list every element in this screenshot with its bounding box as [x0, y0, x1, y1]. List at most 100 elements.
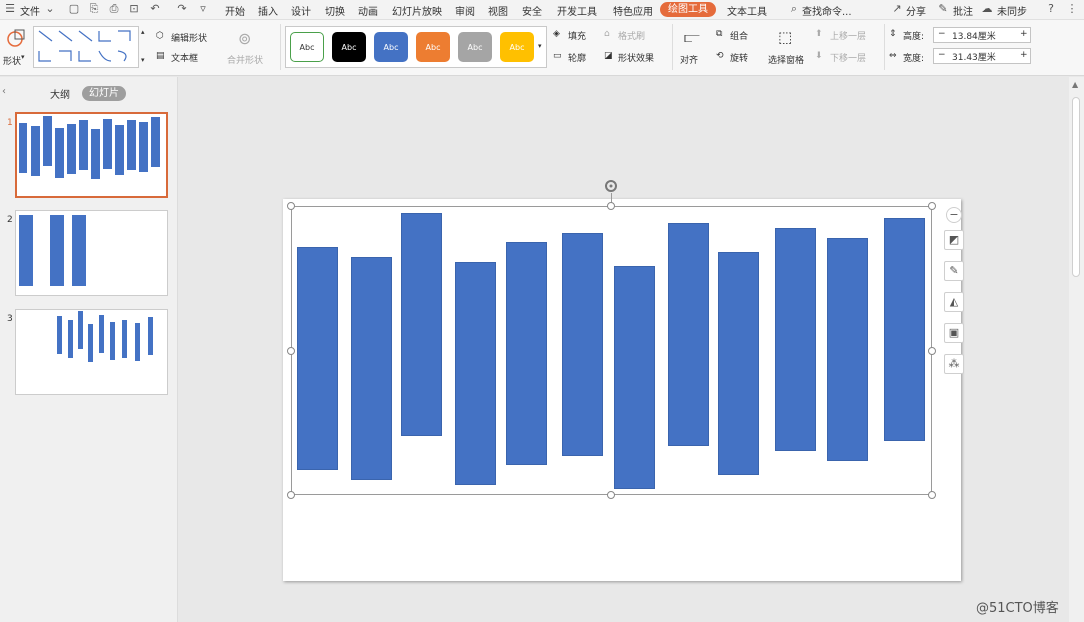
save-icon[interactable]: ▢ — [68, 3, 80, 15]
align-button[interactable]: 对齐 — [680, 53, 698, 66]
shape-style-icon[interactable]: ◩ — [944, 230, 964, 250]
shape-effect-button[interactable]: 形状效果 — [618, 51, 654, 64]
vertical-scrollbar[interactable]: ▲ — [1069, 77, 1084, 622]
increase-icon[interactable]: + — [1020, 29, 1028, 39]
scrollbar-thumb[interactable] — [1072, 97, 1080, 277]
style-more-icon[interactable]: ▾ — [538, 42, 542, 50]
move-down-button[interactable]: 下移一层 — [830, 51, 866, 64]
slide-thumbnail-1[interactable] — [15, 112, 168, 198]
style-sample-4[interactable]: Abc — [416, 32, 450, 62]
command-search[interactable]: 查找命令... — [802, 3, 852, 18]
customize-icon[interactable]: ▿ — [197, 3, 209, 15]
cloud-icon[interactable]: ☁ — [981, 3, 993, 15]
tab-insert[interactable]: 插入 — [258, 3, 278, 18]
thumb-bar — [68, 320, 73, 358]
slide-thumbnail-2[interactable] — [15, 210, 168, 296]
pen-icon[interactable]: ✎ — [944, 261, 964, 281]
divider — [884, 24, 885, 70]
rotate-handle-icon[interactable] — [604, 179, 618, 193]
decrease-icon[interactable]: − — [938, 29, 946, 39]
slide-thumbnail-3[interactable] — [15, 309, 168, 395]
thumb-bar — [151, 117, 160, 167]
tab-slides[interactable]: 幻灯片 — [82, 86, 126, 101]
increase-icon[interactable]: + — [1020, 50, 1028, 60]
resize-handle[interactable] — [287, 347, 295, 355]
print-icon[interactable]: ⎙ — [108, 3, 120, 15]
move-up-button[interactable]: 上移一层 — [830, 29, 866, 42]
shapes-icon[interactable] — [5, 27, 27, 49]
thumb-bar — [50, 215, 64, 286]
resize-handle[interactable] — [287, 202, 295, 210]
tab-review[interactable]: 审阅 — [455, 3, 475, 18]
outline-frame-icon[interactable]: ▣ — [944, 323, 964, 343]
resize-handle[interactable] — [928, 491, 936, 499]
hamburger-icon[interactable]: ☰ — [4, 3, 16, 15]
resize-handle[interactable] — [928, 347, 936, 355]
resize-handle[interactable] — [928, 202, 936, 210]
export-icon[interactable]: ⎘ — [88, 3, 100, 15]
file-menu[interactable]: 文件 — [20, 3, 40, 18]
chevron-down-icon[interactable]: ▾ — [21, 53, 25, 61]
shape-gallery[interactable] — [33, 26, 139, 68]
merge-shape-icon: ⊚ — [238, 29, 252, 48]
style-sample-2[interactable]: Abc — [332, 32, 366, 62]
resize-handle[interactable] — [607, 491, 615, 499]
width-value[interactable]: 31.43厘米 — [952, 50, 996, 63]
share-icon[interactable]: ↗ — [891, 3, 903, 15]
style-sample-3[interactable]: Abc — [374, 32, 408, 62]
tab-slideshow[interactable]: 幻灯片放映 — [392, 3, 442, 18]
thumb-bar — [57, 316, 62, 354]
tab-design[interactable]: 设计 — [291, 3, 311, 18]
height-stepper[interactable]: − 13.84厘米 + — [933, 27, 1031, 43]
collapse-icon[interactable]: ‹ — [2, 86, 6, 97]
more-tools-icon[interactable]: ⁂ — [944, 354, 964, 374]
fill-button[interactable]: 填充 — [568, 29, 586, 42]
text-box-button[interactable]: 文本框 — [171, 51, 198, 64]
resize-handle[interactable] — [287, 491, 295, 499]
tab-security[interactable]: 安全 — [522, 3, 542, 18]
chevron-down-icon[interactable]: ⌄ — [44, 3, 56, 15]
collapse-toolbar-icon[interactable]: − — [946, 207, 962, 223]
gallery-up-icon[interactable]: ▴ — [141, 28, 145, 36]
thumb-bar — [67, 124, 76, 174]
redo-icon[interactable]: ↷ — [176, 3, 188, 15]
edit-shape-button[interactable]: 编辑形状 — [171, 31, 207, 44]
fill-bucket-icon[interactable]: ◭ — [944, 292, 964, 312]
rotate-button[interactable]: 旋转 — [730, 51, 748, 64]
tab-transition[interactable]: 切换 — [325, 3, 345, 18]
resize-handle[interactable] — [607, 202, 615, 210]
height-value[interactable]: 13.84厘米 — [952, 29, 996, 42]
tab-animation[interactable]: 动画 — [358, 3, 378, 18]
tab-outline[interactable]: 大纲 — [50, 86, 70, 101]
format-painter-button[interactable]: 格式刷 — [618, 29, 645, 42]
more-icon[interactable]: ⋮ — [1066, 3, 1078, 15]
tab-text-tools[interactable]: 文本工具 — [727, 3, 767, 18]
thumb-bar — [19, 215, 33, 286]
tab-view[interactable]: 视图 — [488, 3, 508, 18]
tab-developer[interactable]: 开发工具 — [557, 3, 597, 18]
scroll-up-icon[interactable]: ▲ — [1072, 80, 1078, 89]
merge-shape-button[interactable]: 合并形状 — [227, 53, 263, 66]
decrease-icon[interactable]: − — [938, 50, 946, 60]
width-stepper[interactable]: − 31.43厘米 + — [933, 48, 1031, 64]
help-icon[interactable]: ? — [1045, 3, 1057, 15]
tab-drawing-tools[interactable]: 绘图工具 — [660, 2, 716, 17]
select-pane-button[interactable]: 选择窗格 — [768, 53, 804, 66]
group-button[interactable]: 组合 — [730, 29, 748, 42]
search-icon[interactable]: ⌕ — [788, 3, 800, 15]
tab-features[interactable]: 特色应用 — [613, 3, 653, 18]
align-icon: ⫍ — [684, 28, 700, 46]
print-preview-icon[interactable]: ⊡ — [128, 3, 140, 15]
style-sample-1[interactable]: Abc — [290, 32, 324, 62]
comment-icon[interactable]: ✎ — [937, 3, 949, 15]
gallery-more-icon[interactable]: ▾ — [141, 56, 145, 64]
shape-button[interactable]: 形状 — [3, 54, 21, 67]
share-button[interactable]: 分享 — [906, 3, 926, 18]
comment-button[interactable]: 批注 — [953, 3, 973, 18]
style-sample-5[interactable]: Abc — [458, 32, 492, 62]
tab-home[interactable]: 开始 — [225, 3, 245, 18]
undo-icon[interactable]: ↶ — [149, 3, 161, 15]
sync-status[interactable]: 未同步 — [997, 3, 1027, 18]
style-sample-6[interactable]: Abc — [500, 32, 534, 62]
outline-button[interactable]: 轮廓 — [568, 51, 586, 64]
